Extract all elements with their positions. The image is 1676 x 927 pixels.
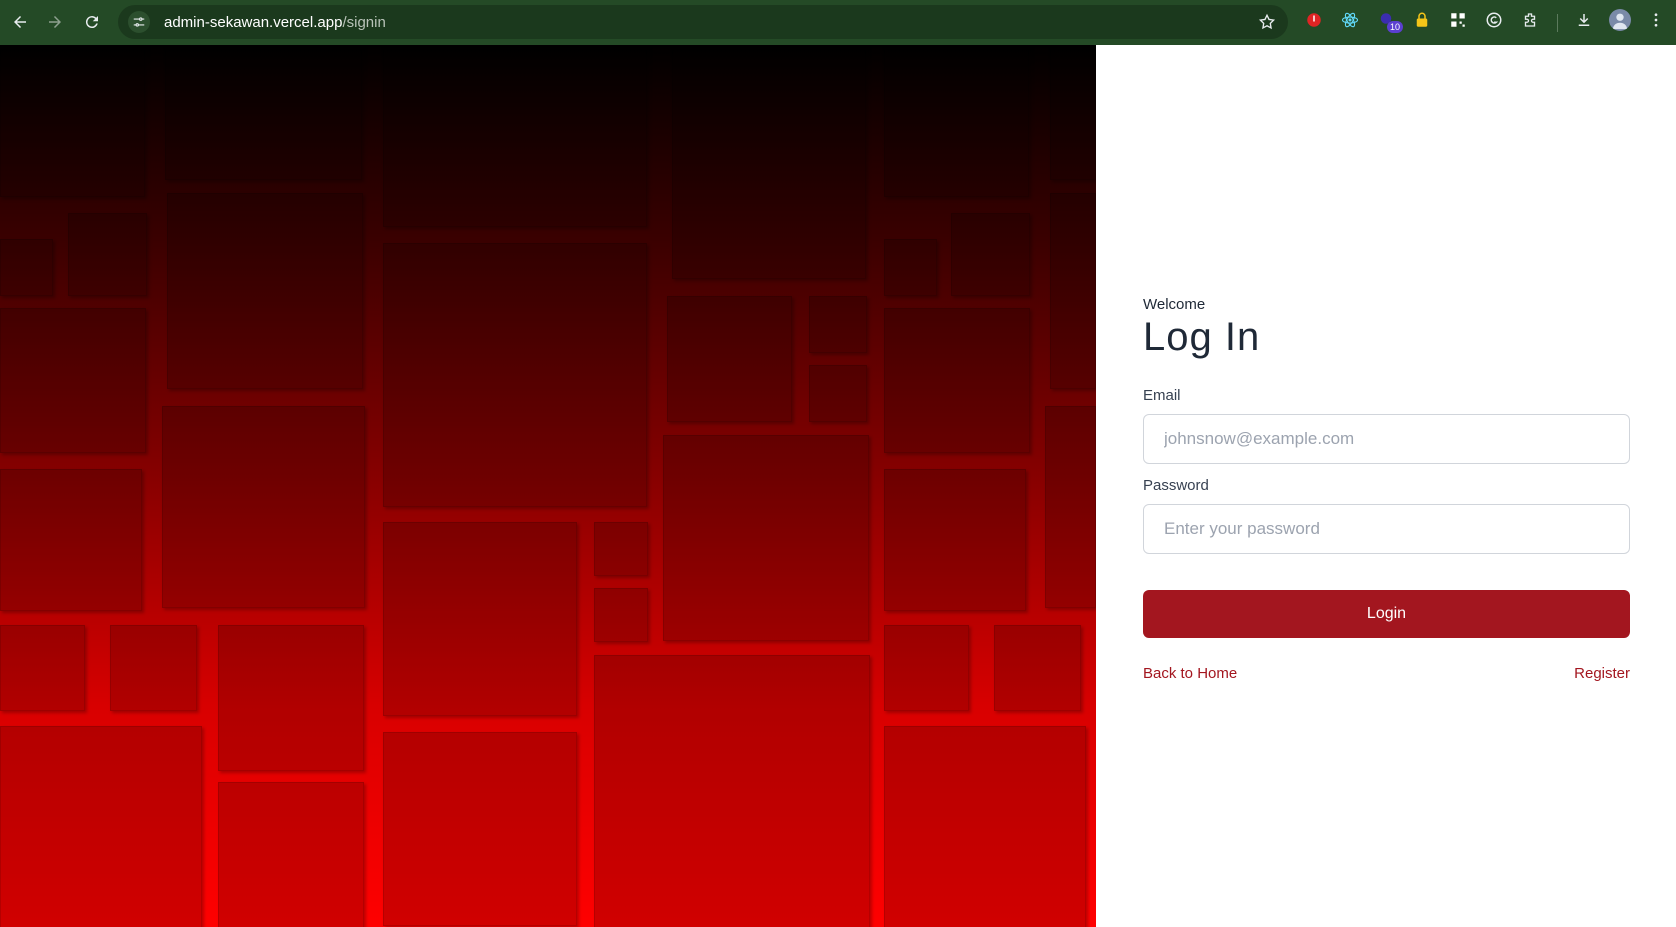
- login-button[interactable]: Login: [1143, 590, 1630, 638]
- decor-tile: [383, 243, 647, 507]
- welcome-text: Welcome: [1143, 296, 1206, 313]
- url-path: /signin: [342, 13, 386, 31]
- hero-background: [0, 45, 1096, 927]
- decor-tile: [884, 239, 937, 296]
- decor-tile: [594, 588, 648, 642]
- grammarly-icon[interactable]: [1483, 9, 1505, 31]
- address-bar[interactable]: admin-sekawan.vercel.app/signin: [118, 5, 1288, 39]
- download-icon[interactable]: [1573, 9, 1595, 31]
- browser-toolbar: admin-sekawan.vercel.app/signin 10: [0, 0, 1676, 45]
- login-panel: Welcome Log In Email Password Login Back…: [1096, 45, 1676, 927]
- forward-icon: [49, 16, 61, 28]
- reload-icon: [85, 16, 98, 29]
- decor-tile: [594, 655, 870, 927]
- decor-tile: [0, 45, 145, 197]
- forward-button[interactable]: [37, 4, 73, 40]
- decor-tile: [218, 625, 364, 771]
- decor-tile: [110, 625, 197, 711]
- decor-tile: [0, 308, 146, 453]
- register-link[interactable]: Register: [1574, 665, 1630, 682]
- decor-tile: [162, 406, 365, 608]
- decor-tile: [1050, 193, 1096, 389]
- decor-tile: [884, 469, 1026, 611]
- star-icon[interactable]: [1258, 13, 1276, 36]
- decor-tile: [0, 726, 202, 927]
- decor-tile: [809, 296, 867, 353]
- menu-icon[interactable]: [1645, 9, 1667, 31]
- decor-tile: [165, 45, 362, 180]
- decor-tile: [884, 308, 1030, 453]
- site-info-icon[interactable]: [128, 11, 150, 33]
- back-button[interactable]: [2, 4, 38, 40]
- password-field[interactable]: [1143, 504, 1630, 554]
- decor-tile: [1045, 406, 1096, 608]
- password-label: Password: [1143, 477, 1209, 494]
- decor-tile: [0, 239, 53, 296]
- toolbar-divider: [1557, 14, 1558, 32]
- decor-tile: [951, 213, 1030, 296]
- decor-tile: [218, 782, 364, 927]
- back-to-home-link[interactable]: Back to Home: [1143, 665, 1237, 682]
- url-host: admin-sekawan.vercel.app: [164, 13, 343, 31]
- decor-tile: [68, 213, 147, 296]
- decor-tile: [667, 296, 792, 422]
- decor-tile: [884, 45, 1029, 197]
- extension-purple-icon[interactable]: 10: [1375, 9, 1404, 33]
- reload-button[interactable]: [74, 4, 110, 40]
- decor-tile: [383, 732, 577, 926]
- decor-tile: [672, 45, 866, 279]
- react-icon[interactable]: [1339, 9, 1361, 31]
- decor-tile: [884, 625, 969, 711]
- email-field[interactable]: [1143, 414, 1630, 464]
- back-icon: [14, 16, 26, 28]
- decor-tile: [383, 45, 647, 227]
- email-label: Email: [1143, 387, 1181, 404]
- profile-avatar[interactable]: [1609, 9, 1631, 31]
- decor-tile: [809, 365, 867, 422]
- decor-tile: [383, 522, 577, 716]
- decor-tile: [0, 469, 142, 611]
- decor-tile: [594, 522, 648, 576]
- decor-tile: [884, 726, 1086, 927]
- extensions-puzzle-icon[interactable]: [1519, 9, 1541, 31]
- lock-icon[interactable]: [1411, 9, 1433, 31]
- decor-tile: [663, 435, 869, 641]
- decor-tile: [1050, 45, 1096, 180]
- decor-tile: [994, 625, 1081, 711]
- qr-code-icon[interactable]: [1447, 9, 1469, 31]
- extension-badge: 10: [1387, 21, 1404, 33]
- extension-red-icon[interactable]: [1303, 9, 1325, 31]
- page-title: Log In: [1143, 315, 1261, 359]
- decor-tile: [167, 193, 363, 389]
- decor-tile: [0, 625, 85, 711]
- url-text[interactable]: admin-sekawan.vercel.app/signin: [164, 14, 386, 31]
